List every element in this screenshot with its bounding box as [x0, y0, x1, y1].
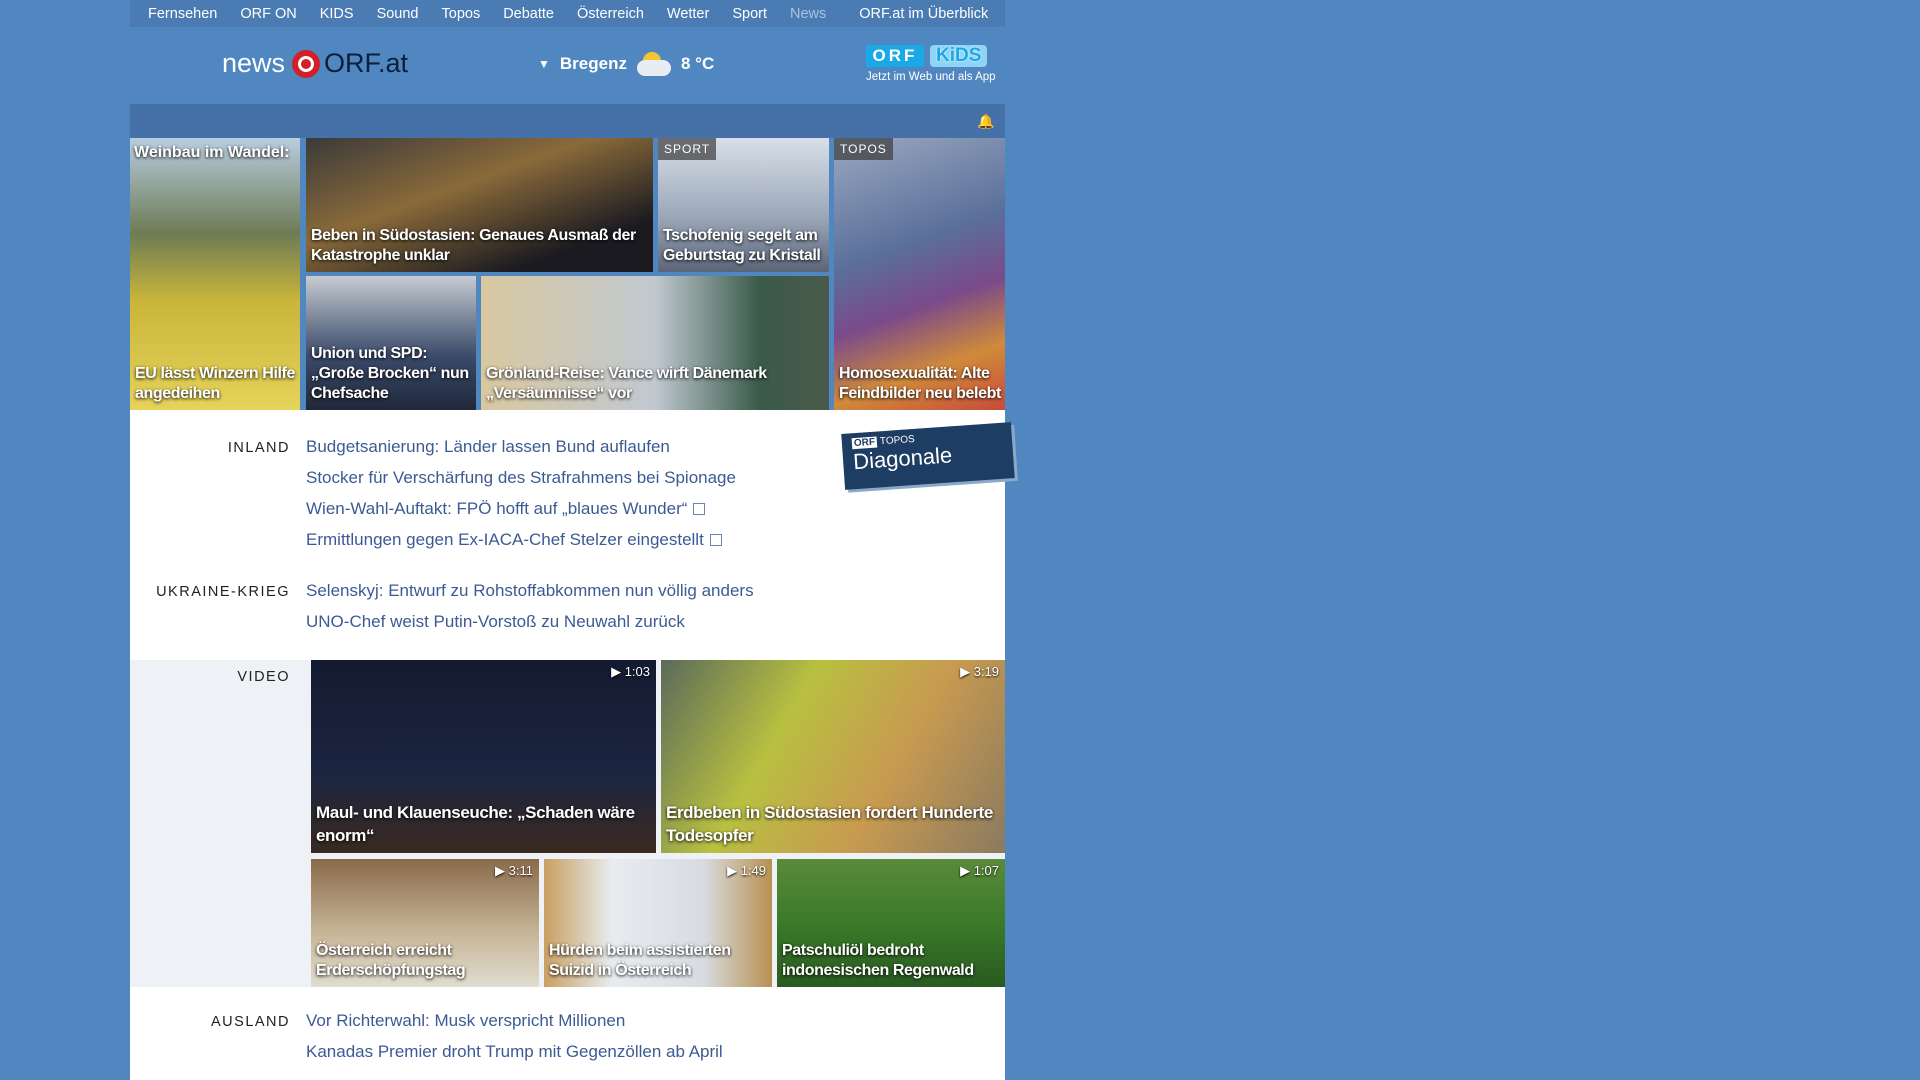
- nav-sound[interactable]: Sound: [377, 6, 419, 22]
- logo-news: news: [222, 48, 286, 78]
- orf-eye-icon: [292, 49, 321, 78]
- nav-debatte[interactable]: Debatte: [503, 6, 554, 22]
- tile-caption: EU lässt Winzern Hilfe angedeihen: [135, 365, 295, 402]
- weather-widget[interactable]: ▼ Bregenz 8 °C: [538, 52, 714, 76]
- diagonale-badge[interactable]: ORF TOPOS Diagonale: [841, 422, 1015, 490]
- tile-weinbau[interactable]: Weinbau im Wandel: EU lässt Winzern Hilf…: [130, 138, 300, 410]
- weather-city: Bregenz: [559, 54, 627, 73]
- news-link[interactable]: Kanadas Premier droht Trump mit Gegenzöl…: [306, 1042, 723, 1062]
- section-label-inland: INLAND: [227, 440, 290, 456]
- nav-topos[interactable]: Topos: [442, 6, 481, 22]
- nav-wetter[interactable]: Wetter: [667, 6, 709, 22]
- news-link[interactable]: Stocker für Verschärfung des Strafrahmen…: [306, 468, 736, 488]
- logo-orf: ORF.at: [324, 48, 409, 78]
- video-tile[interactable]: ▶ 3:11 Österreich erreicht Erderschöpfun…: [311, 859, 539, 987]
- tile-caption: Union und SPD: „Große Brocken“ nun Chefs…: [311, 345, 469, 402]
- tile-union[interactable]: Union und SPD: „Große Brocken“ nun Chefs…: [306, 276, 476, 410]
- orf-kids-kids: KiDS: [930, 45, 988, 67]
- sub-bar: 🔔: [130, 104, 1005, 138]
- tile-kicker: Weinbau im Wandel:: [134, 144, 290, 161]
- video-tile[interactable]: ▶ 1:03 Maul- und Klauenseuche: „Schaden …: [311, 660, 656, 853]
- orf-kids-orf: ORF: [866, 45, 924, 67]
- tile-sport[interactable]: SPORT Tschofenig segelt am Geburtstag zu…: [658, 138, 829, 272]
- tile-caption: Homosexualität: Alte Feindbilder neu bel…: [839, 365, 1001, 402]
- video-duration: ▶ 1:03: [611, 664, 650, 679]
- tile-groenland[interactable]: Grönland-Reise: Vance wirft Dänemark „Ve…: [481, 276, 829, 410]
- nav-sport[interactable]: Sport: [732, 6, 767, 22]
- news-link[interactable]: Vor Richterwahl: Musk verspricht Million…: [306, 1011, 625, 1031]
- tile-caption: Maul- und Klauenseuche: „Schaden wäre en…: [316, 803, 635, 845]
- bell-icon[interactable]: 🔔: [977, 113, 994, 129]
- video-tile[interactable]: ▶ 3:19 Erdbeben in Südostasien fordert H…: [661, 660, 1005, 853]
- nav-news[interactable]: News: [790, 6, 826, 22]
- tile-caption: Patschuliöl bedroht indonesischen Regenw…: [782, 942, 974, 979]
- nav-overview[interactable]: ORF.at im Überblick: [859, 6, 988, 22]
- video-duration: ▶ 3:19: [960, 664, 999, 679]
- section-label-ausland: AUSLAND: [211, 1014, 290, 1030]
- external-link-icon: [709, 534, 722, 546]
- news-link[interactable]: Selenskyj: Entwurf zu Rohstoffabkommen n…: [306, 581, 754, 601]
- video-tile[interactable]: ▶ 1:49 Hürden beim assistierten Suizid i…: [544, 859, 772, 987]
- news-link[interactable]: Wien-Wahl-Auftakt: FPÖ hofft auf „blaues…: [306, 499, 706, 519]
- nav-kids[interactable]: KIDS: [320, 6, 354, 22]
- tile-caption: Beben in Südostasien: Genaues Ausmaß der…: [311, 227, 636, 264]
- nav-fernsehen[interactable]: Fernsehen: [148, 6, 217, 22]
- video-tile[interactable]: ▶ 1:07 Patschuliöl bedroht indonesischen…: [777, 859, 1005, 987]
- news-link[interactable]: Ermittlungen gegen Ex-IACA-Chef Stelzer …: [306, 530, 722, 550]
- tile-beben[interactable]: Beben in Südostasien: Genaues Ausmaß der…: [306, 138, 653, 272]
- nav-oesterreich[interactable]: Österreich: [577, 6, 644, 22]
- external-link-icon: [693, 503, 706, 515]
- tile-section-label: SPORT: [658, 138, 717, 160]
- dropdown-arrow-icon: ▼: [538, 57, 550, 71]
- video-duration: ▶ 1:07: [960, 863, 999, 878]
- tile-caption: Grönland-Reise: Vance wirft Dänemark „Ve…: [486, 365, 767, 402]
- news-orf-logo[interactable]: news ORF.at: [222, 48, 408, 79]
- tile-caption: Erdbeben in Südostasien fordert Hunderte…: [666, 803, 993, 845]
- video-duration: ▶ 1:49: [727, 863, 766, 878]
- tile-caption: Hürden beim assistierten Suizid in Öster…: [549, 942, 731, 979]
- partly-cloudy-icon: [636, 52, 671, 76]
- orf-kids-subtitle: Jetzt im Web und als App: [866, 71, 996, 83]
- news-link[interactable]: UNO-Chef weist Putin-Vorstoß zu Neuwahl …: [306, 612, 685, 632]
- tile-caption: Tschofenig segelt am Geburtstag zu Krist…: [663, 227, 821, 264]
- video-duration: ▶ 3:11: [495, 863, 533, 878]
- section-label-video: VIDEO: [237, 669, 290, 685]
- tile-section-label: TOPOS: [834, 138, 893, 160]
- top-navigation: Fernsehen ORF ON KIDS Sound Topos Debatt…: [130, 0, 1005, 27]
- weather-temp: 8 °C: [680, 54, 715, 73]
- news-link[interactable]: Budgetsanierung: Länder lassen Bund aufl…: [306, 437, 670, 457]
- news-link-text: Wien-Wahl-Auftakt: FPÖ hofft auf „blaues…: [306, 499, 688, 518]
- tile-caption: Österreich erreicht Erderschöpfungstag: [316, 942, 466, 979]
- tile-topos[interactable]: TOPOS Homosexualität: Alte Feindbilder n…: [834, 138, 1005, 410]
- nav-orf-on[interactable]: ORF ON: [240, 6, 296, 22]
- section-label-ukraine: UKRAINE-KRIEG: [156, 584, 290, 600]
- orf-kids-promo[interactable]: ORF KiDS Jetzt im Web und als App: [866, 45, 1004, 83]
- news-link-text: Ermittlungen gegen Ex-IACA-Chef Stelzer …: [306, 530, 704, 549]
